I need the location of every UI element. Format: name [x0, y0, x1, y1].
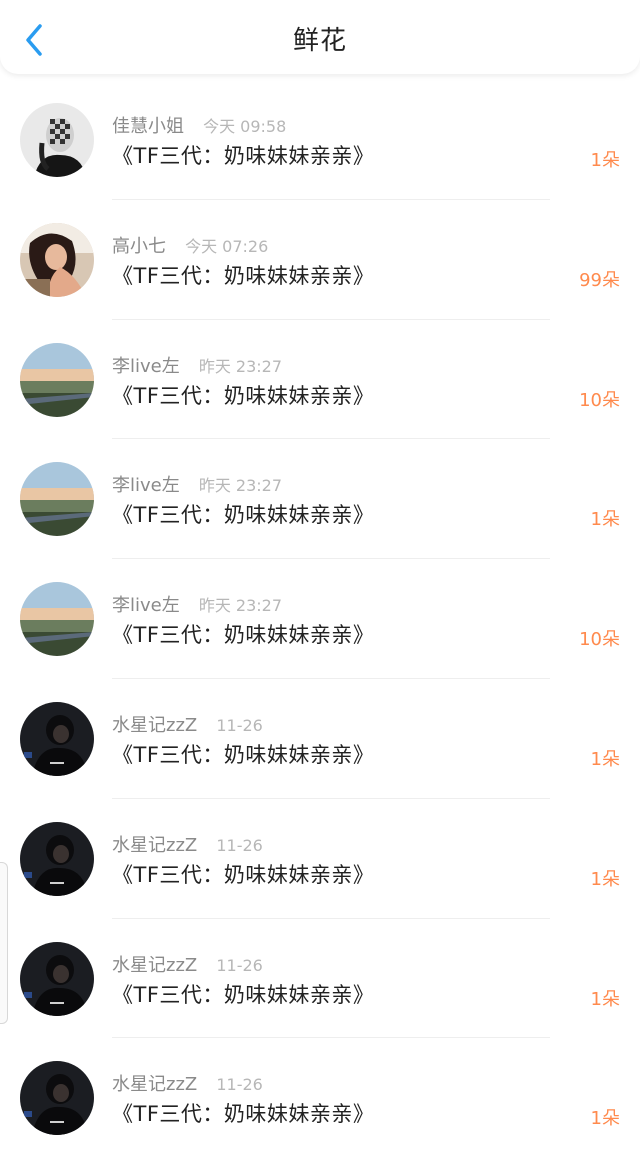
sender-name[interactable]: 佳慧小姐 — [112, 116, 184, 137]
sender-name[interactable]: 李live左 — [112, 595, 180, 616]
item-meta: 高小七 今天 07:26 — [112, 232, 268, 258]
gift-time: 今天 09:58 — [203, 117, 287, 136]
flower-count: 1朵 — [590, 1108, 620, 1130]
side-pull-handle[interactable] — [0, 862, 8, 1024]
flower-count: 10朵 — [579, 629, 620, 651]
dark-figure-avatar — [20, 821, 94, 896]
list-item[interactable]: 李live左 昨天 23:27 《TF三代：奶味妹妹亲亲》 10朵 — [0, 559, 640, 679]
work-title: 《TF三代：奶味妹妹亲亲》 — [112, 982, 375, 1007]
item-meta: 水星记zzZ 11-26 — [112, 1070, 263, 1096]
dark-figure-avatar — [20, 1061, 94, 1136]
user-avatar[interactable] — [20, 103, 94, 177]
flower-count: 10朵 — [579, 389, 620, 411]
flower-count: 1朵 — [590, 988, 620, 1010]
item-meta: 李live左 昨天 23:27 — [112, 471, 282, 497]
sender-name[interactable]: 水星记zzZ — [112, 715, 197, 736]
list-item[interactable]: 李live左 昨天 23:27 《TF三代：奶味妹妹亲亲》 1朵 — [0, 439, 640, 560]
list-item[interactable]: 水星记zzZ 11-26 《TF三代：奶味妹妹亲亲》 1朵 — [0, 1038, 640, 1158]
dark-figure-avatar — [20, 701, 94, 776]
work-title: 《TF三代：奶味妹妹亲亲》 — [112, 623, 375, 648]
user-avatar[interactable] — [20, 342, 94, 417]
list-item[interactable]: 水星记zzZ 11-26 《TF三代：奶味妹妹亲亲》 1朵 — [0, 679, 640, 799]
sunset-landscape-avatar — [20, 342, 94, 417]
work-title: 《TF三代：奶味妹妹亲亲》 — [112, 503, 375, 528]
user-avatar[interactable] — [20, 1061, 94, 1136]
dark-figure-avatar — [20, 941, 94, 1016]
flower-count: 1朵 — [590, 868, 620, 890]
sender-name[interactable]: 水星记zzZ — [112, 1074, 197, 1095]
top-nav-bar: 鲜花 — [0, 0, 640, 74]
page-title: 鲜花 — [292, 26, 347, 56]
flower-gift-list: 佳慧小姐 今天 09:58 《TF三代：奶味妹妹亲亲》 1朵 高小七 今天 07… — [0, 80, 640, 1158]
gift-time: 11-26 — [216, 955, 263, 975]
sender-name[interactable]: 李live左 — [112, 356, 180, 377]
gift-time: 今天 07:26 — [185, 236, 269, 256]
gift-time: 昨天 23:27 — [198, 596, 283, 616]
user-avatar[interactable] — [20, 821, 94, 896]
item-meta: 水星记zzZ 11-26 — [112, 951, 263, 977]
sender-name[interactable]: 李live左 — [112, 475, 180, 496]
user-avatar[interactable] — [20, 582, 94, 657]
gift-time: 11-26 — [216, 1075, 263, 1095]
user-avatar[interactable] — [20, 701, 94, 776]
item-meta: 李live左 昨天 23:27 — [112, 591, 282, 617]
sender-name[interactable]: 水星记zzZ — [112, 955, 197, 976]
work-title: 《TF三代：奶味妹妹亲亲》 — [112, 263, 375, 288]
sunset-landscape-avatar — [20, 462, 94, 537]
gift-time: 昨天 23:27 — [198, 476, 283, 496]
flower-count: 1朵 — [590, 748, 620, 770]
gift-time: 11-26 — [216, 835, 263, 855]
item-meta: 佳慧小姐 今天 09:58 — [112, 112, 286, 138]
user-avatar[interactable] — [20, 462, 94, 537]
gift-time: 11-26 — [216, 715, 263, 735]
work-title: 《TF三代：奶味妹妹亲亲》 — [112, 742, 375, 767]
woman-masked-avatar — [20, 103, 94, 177]
flower-count: 99朵 — [579, 269, 620, 291]
list-item[interactable]: 李live左 昨天 23:27 《TF三代：奶味妹妹亲亲》 10朵 — [0, 320, 640, 440]
user-avatar[interactable] — [20, 941, 94, 1016]
sender-name[interactable]: 水星记zzZ — [112, 835, 197, 856]
work-title: 《TF三代：奶味妹妹亲亲》 — [112, 1102, 375, 1127]
user-avatar[interactable] — [20, 222, 94, 297]
sunset-landscape-avatar — [20, 582, 94, 657]
work-title: 《TF三代：奶味妹妹亲亲》 — [112, 144, 375, 168]
list-item[interactable]: 水星记zzZ 11-26 《TF三代：奶味妹妹亲亲》 1朵 — [0, 799, 640, 919]
gift-time: 昨天 23:27 — [198, 356, 283, 376]
woman-portrait-avatar — [20, 222, 94, 297]
list-item[interactable]: 高小七 今天 07:26 《TF三代：奶味妹妹亲亲》 99朵 — [0, 200, 640, 320]
flower-count: 1朵 — [590, 509, 620, 531]
item-meta: 水星记zzZ 11-26 — [112, 711, 263, 737]
list-item[interactable]: 水星记zzZ 11-26 《TF三代：奶味妹妹亲亲》 1朵 — [0, 919, 640, 1039]
item-meta: 水星记zzZ 11-26 — [112, 831, 263, 857]
sender-name[interactable]: 高小七 — [112, 236, 166, 257]
flower-count: 1朵 — [590, 150, 620, 171]
work-title: 《TF三代：奶味妹妹亲亲》 — [112, 862, 375, 887]
item-meta: 李live左 昨天 23:27 — [112, 352, 282, 378]
work-title: 《TF三代：奶味妹妹亲亲》 — [112, 383, 375, 408]
list-item[interactable]: 佳慧小姐 今天 09:58 《TF三代：奶味妹妹亲亲》 1朵 — [0, 80, 640, 200]
